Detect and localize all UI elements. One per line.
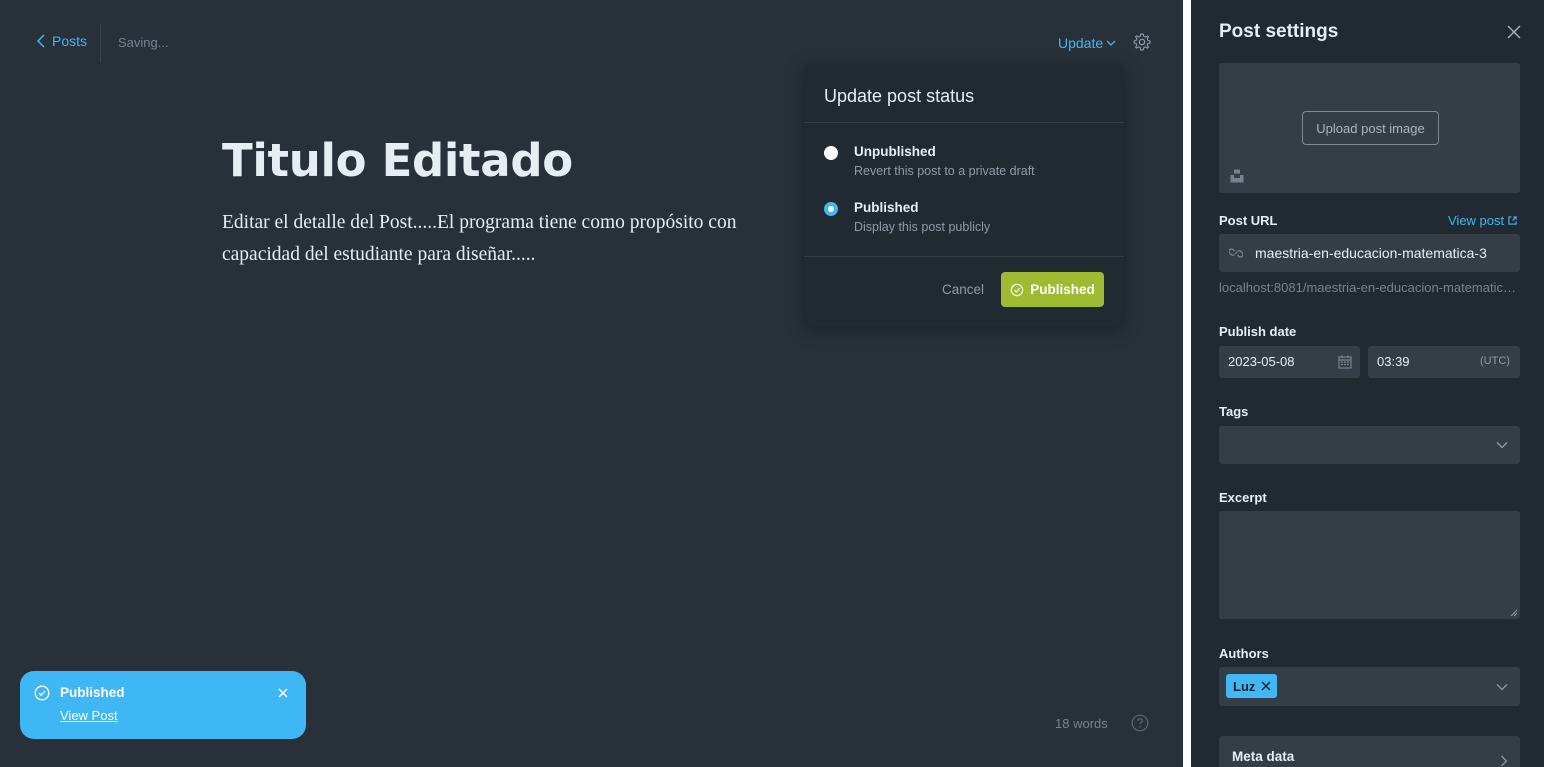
option-description: Display this post publicly — [854, 220, 991, 234]
toast-title: Published — [60, 685, 125, 700]
check-circle-icon — [34, 685, 50, 701]
editor-pane: Posts Saving... Update Titulo Editado Ed… — [0, 0, 1183, 767]
post-url-label: Post URL — [1219, 213, 1278, 228]
author-name: Luz — [1233, 678, 1256, 694]
authors-label: Authors — [1219, 646, 1269, 661]
popover-divider — [804, 256, 1124, 257]
update-status-popover: Update post status Unpublished Revert th… — [804, 64, 1124, 326]
chevron-down-icon[interactable] — [1496, 683, 1508, 691]
excerpt-label: Excerpt — [1219, 490, 1267, 505]
option-description: Revert this post to a private draft — [854, 164, 1035, 178]
published-button[interactable]: Published — [1001, 272, 1104, 307]
post-title[interactable]: Titulo Editado — [222, 134, 573, 187]
close-icon[interactable] — [277, 687, 289, 699]
tags-input[interactable] — [1219, 426, 1520, 464]
help-icon[interactable] — [1131, 714, 1149, 732]
save-status: Saving... — [118, 35, 169, 50]
post-body-line: capacidad del estudiante para diseñar...… — [222, 244, 536, 265]
link-icon — [1229, 248, 1243, 258]
post-image-dropzone[interactable]: Upload post image — [1219, 63, 1520, 193]
meta-data-label: Meta data — [1232, 749, 1295, 764]
pane-divider — [1183, 0, 1191, 767]
publish-time-input[interactable]: 03:39 (UTC) — [1368, 346, 1520, 378]
unsplash-icon[interactable] — [1230, 169, 1244, 183]
upload-image-button[interactable]: Upload post image — [1302, 111, 1439, 145]
view-post-link[interactable]: View post — [1448, 213, 1517, 228]
authors-input[interactable]: Luz — [1219, 667, 1520, 706]
publish-date-label: Publish date — [1219, 324, 1297, 339]
remove-author-icon[interactable] — [1261, 681, 1271, 691]
chevron-left-icon — [36, 34, 45, 48]
popover-title: Update post status — [824, 86, 975, 106]
topbar-divider — [100, 24, 101, 62]
chevron-right-icon — [1501, 755, 1508, 767]
post-url-preview: localhost:8081/maestria-en-educacion-mat… — [1219, 280, 1520, 295]
external-link-icon — [1508, 216, 1517, 225]
update-button[interactable]: Update — [1058, 35, 1116, 51]
chevron-down-icon — [1496, 442, 1508, 449]
notification-toast: Published View Post — [20, 671, 306, 739]
word-count: 18 words — [1055, 716, 1108, 731]
tags-label: Tags — [1219, 404, 1249, 419]
excerpt-textarea[interactable] — [1219, 511, 1520, 619]
post-body-line: Editar el detalle del Post.....El progra… — [222, 212, 737, 233]
published-button-label: Published — [1030, 282, 1095, 297]
publish-date-input[interactable]: 2023-05-08 — [1219, 346, 1360, 378]
chevron-down-icon — [1106, 40, 1116, 46]
resize-handle-icon[interactable] — [1510, 609, 1518, 617]
time-value: 03:39 — [1377, 354, 1410, 369]
post-body[interactable]: Editar el detalle del Post.....El progra… — [222, 207, 842, 271]
view-post-label: View post — [1448, 213, 1505, 228]
gear-icon[interactable] — [1132, 32, 1152, 52]
check-circle-icon — [1010, 283, 1024, 296]
radio-published[interactable] — [824, 202, 838, 216]
post-url-value: maestria-en-educacion-matematica-3 — [1255, 245, 1487, 261]
cancel-button[interactable]: Cancel — [942, 282, 984, 297]
close-icon[interactable] — [1507, 25, 1521, 39]
toast-view-post-link[interactable]: View Post — [60, 708, 118, 723]
post-url-input[interactable]: maestria-en-educacion-matematica-3 — [1219, 234, 1520, 272]
radio-unpublished[interactable] — [824, 146, 838, 160]
calendar-icon[interactable] — [1338, 355, 1352, 369]
timezone-label: (UTC) — [1480, 355, 1510, 367]
post-settings-sidebar: Post settings Upload post image Post URL… — [1191, 0, 1544, 767]
date-value: 2023-05-08 — [1228, 354, 1295, 369]
meta-data-row[interactable]: Meta data — [1219, 736, 1520, 767]
back-to-posts-link[interactable]: Posts — [36, 33, 87, 49]
back-link-label: Posts — [52, 33, 88, 49]
popover-divider — [804, 122, 1124, 123]
option-label: Unpublished — [854, 144, 936, 159]
author-tag: Luz — [1226, 674, 1278, 698]
option-label: Published — [854, 200, 919, 215]
sidebar-title: Post settings — [1219, 21, 1339, 42]
update-button-label: Update — [1058, 35, 1104, 51]
